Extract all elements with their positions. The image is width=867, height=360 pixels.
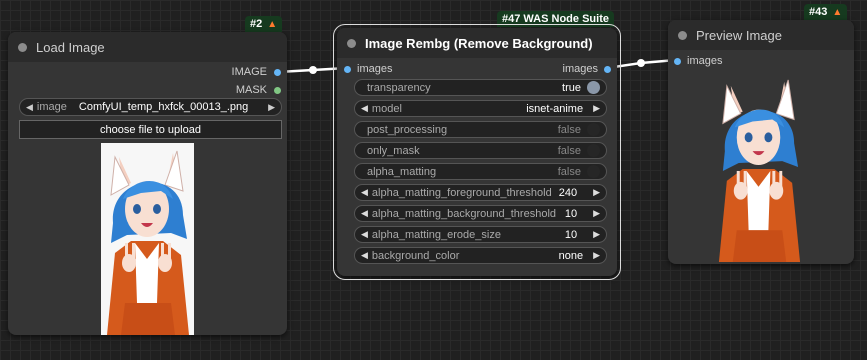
widget-alpha-matting-background-threshold[interactable]: ◀ alpha_matting_background_threshold 10 … xyxy=(354,205,607,222)
widget-name: background_color xyxy=(371,249,460,262)
widget-name: alpha_matting_background_threshold xyxy=(371,207,556,220)
badge-label: #47 WAS Node Suite xyxy=(502,13,609,25)
input-dot-images[interactable] xyxy=(344,65,351,73)
badge-label: #43 xyxy=(809,6,828,18)
right-arrow[interactable]: ▶ xyxy=(593,229,600,240)
node-title: Image Rembg (Remove Background) xyxy=(365,35,593,51)
input-slot-images[interactable]: images xyxy=(344,62,392,76)
left-arrow[interactable]: ◀ xyxy=(361,187,368,198)
output-dot-images[interactable] xyxy=(604,65,611,73)
widget-model[interactable]: ◀ model isnet-anime ▶ xyxy=(354,100,607,117)
node-title-bar[interactable]: Preview Image xyxy=(668,20,854,50)
left-arrow[interactable]: ◀ xyxy=(361,229,368,240)
node-id-badge: #47 WAS Node Suite xyxy=(497,11,614,27)
left-arrow[interactable]: ◀ xyxy=(361,250,368,261)
input-dot-images[interactable] xyxy=(674,57,681,65)
left-arrow[interactable]: ◀ xyxy=(361,208,368,219)
widget-background-color[interactable]: ◀ background_color none ▶ xyxy=(354,247,607,264)
node-status-dot[interactable] xyxy=(18,42,27,52)
output-label-mask: MASK xyxy=(235,84,267,96)
image-select-widget[interactable]: ◀ image ComfyUI_temp_hxfck_00013_.png ▶ xyxy=(19,98,282,116)
widget-value: true xyxy=(562,81,581,94)
toggle-knob-icon[interactable] xyxy=(587,123,600,136)
output-label-images: images xyxy=(562,63,598,75)
toggle-knob-icon[interactable] xyxy=(587,165,600,178)
node-status-dot[interactable] xyxy=(678,30,687,40)
upload-button[interactable]: choose file to upload xyxy=(19,120,282,139)
toggle-knob-icon[interactable] xyxy=(587,144,600,157)
right-arrow[interactable]: ▶ xyxy=(268,102,275,113)
node-title: Load Image xyxy=(36,39,105,55)
node-title: Preview Image xyxy=(696,27,782,43)
widget-name: image xyxy=(36,101,67,113)
widget-name: alpha_matting_erode_size xyxy=(371,228,501,241)
widget-value: ComfyUI_temp_hxfck_00013_.png xyxy=(78,101,249,113)
output-slot-mask[interactable]: MASK xyxy=(236,83,281,97)
widget-only-mask[interactable]: only_mask false xyxy=(354,142,607,159)
widget-name: post_processing xyxy=(367,123,448,136)
node-title-bar[interactable]: Load Image xyxy=(8,32,287,62)
widget-value: 10 xyxy=(564,207,578,220)
node-status-dot[interactable] xyxy=(347,38,356,48)
right-arrow[interactable]: ▶ xyxy=(593,187,600,198)
widget-alpha-matting-erode-size[interactable]: ◀ alpha_matting_erode_size 10 ▶ xyxy=(354,226,607,243)
widget-post-processing[interactable]: post_processing false xyxy=(354,121,607,138)
input-label-images: images xyxy=(687,55,723,67)
widget-alpha-matting[interactable]: alpha_matting false xyxy=(354,163,607,180)
load-image-node[interactable]: Load Image IMAGE MASK ◀ image ComfyUI_te… xyxy=(8,32,287,335)
right-arrow[interactable]: ▶ xyxy=(593,250,600,261)
right-arrow[interactable]: ▶ xyxy=(593,103,600,114)
widget-value: none xyxy=(558,249,584,262)
output-slot-image[interactable]: IMAGE xyxy=(232,65,281,79)
widget-value: false xyxy=(557,165,581,178)
image-rembg-node[interactable]: Image Rembg (Remove Background) images i… xyxy=(333,24,621,280)
widget-name: alpha_matting xyxy=(367,165,437,178)
widget-name: model xyxy=(371,102,402,115)
fox-icon: ▲ xyxy=(267,18,278,30)
widget-name: transparency xyxy=(367,81,431,94)
output-dot-mask[interactable] xyxy=(274,86,281,94)
right-arrow[interactable]: ▶ xyxy=(593,208,600,219)
widget-value: false xyxy=(557,123,581,136)
input-label-images: images xyxy=(357,63,393,75)
left-arrow[interactable]: ◀ xyxy=(26,102,33,113)
toggle-knob-icon[interactable] xyxy=(587,81,600,94)
loaded-image-preview xyxy=(101,143,194,335)
badge-label: #2 xyxy=(250,18,263,30)
widget-name: alpha_matting_foreground_threshold xyxy=(371,186,552,199)
widget-transparency[interactable]: transparency true xyxy=(354,79,607,96)
output-label-image: IMAGE xyxy=(231,66,267,78)
widget-value: 240 xyxy=(558,186,578,199)
widget-value: isnet-anime xyxy=(526,102,584,115)
node-id-badge: #2 ▲ xyxy=(245,16,283,32)
fox-icon: ▲ xyxy=(832,6,843,18)
node-id-badge: #43 ▲ xyxy=(804,4,848,20)
widget-value: false xyxy=(557,144,581,157)
preview-image-node[interactable]: Preview Image images xyxy=(668,20,854,264)
widget-value: 10 xyxy=(564,228,578,241)
output-image-preview xyxy=(713,72,805,262)
input-slot-images[interactable]: images xyxy=(674,54,722,68)
left-arrow[interactable]: ◀ xyxy=(361,103,368,114)
output-slot-images[interactable]: images xyxy=(563,62,611,76)
node-title-bar[interactable]: Image Rembg (Remove Background) xyxy=(337,28,617,58)
link-rembg-to-preview xyxy=(606,58,677,70)
output-dot-image[interactable] xyxy=(274,68,281,76)
widget-alpha-matting-foreground-threshold[interactable]: ◀ alpha_matting_foreground_threshold 240… xyxy=(354,184,607,201)
widget-name: only_mask xyxy=(367,144,420,157)
